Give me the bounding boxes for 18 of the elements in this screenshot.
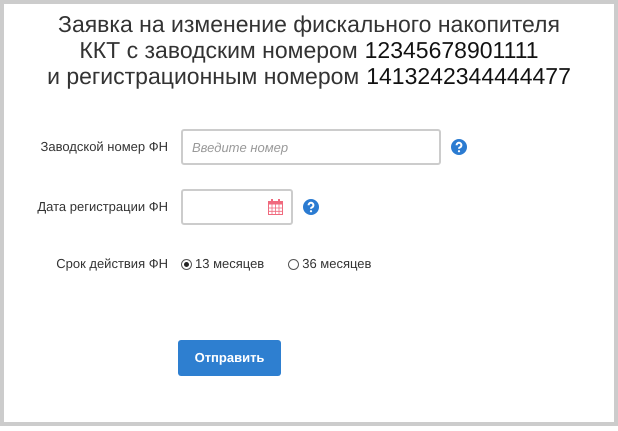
field-label: Срок действия ФН bbox=[55, 255, 168, 274]
radio-label[interactable]: 13 месяцев bbox=[195, 254, 264, 274]
help-icon[interactable] bbox=[451, 139, 467, 155]
title-text: и регистрационным номером bbox=[47, 63, 360, 89]
serial-number-field[interactable]: Введите номер bbox=[181, 129, 441, 165]
title-text: ККТ с заводским номером bbox=[79, 37, 358, 63]
field-label: Дата регистрации ФН bbox=[36, 198, 168, 216]
title-text: Заявка на изменение фискального накопителя bbox=[58, 11, 560, 37]
help-icon[interactable] bbox=[303, 199, 319, 215]
field-label: Заводской номер ФН bbox=[40, 138, 168, 156]
radio-button[interactable] bbox=[181, 258, 192, 270]
date-field[interactable] bbox=[181, 189, 293, 225]
title-number: 12345678901111 bbox=[364, 37, 539, 63]
radio-button[interactable] bbox=[288, 258, 300, 270]
title-number: 1413242344444477 bbox=[366, 63, 571, 89]
calendar-icon[interactable] bbox=[268, 199, 283, 215]
radio-label[interactable]: 36 месяцев bbox=[302, 254, 372, 274]
submit-button[interactable]: Отправить bbox=[178, 340, 281, 376]
